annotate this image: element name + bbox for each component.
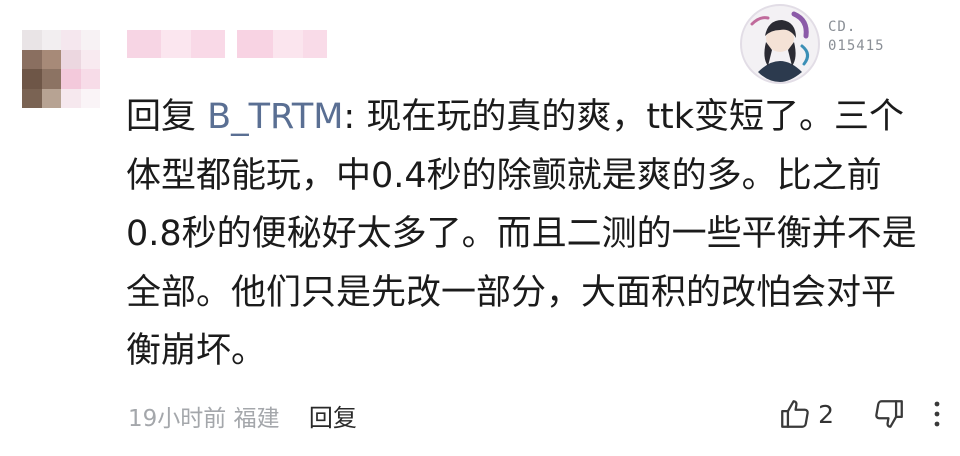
fan-badge-icon: [740, 4, 820, 84]
comment-actions: 2: [778, 394, 942, 434]
comment-text: 回复 B_TRTM: 现在玩的真的爽，ttk变短了。三个 体型都能玩，中0.4秒…: [126, 88, 946, 381]
username[interactable]: [127, 30, 327, 58]
badge-code-line2: 015415: [828, 38, 885, 54]
more-options-button[interactable]: [932, 399, 942, 429]
reply-button[interactable]: 回复: [309, 404, 357, 432]
badge-code: CD. 015415: [828, 18, 908, 56]
thumbs-up-icon: [781, 400, 809, 428]
badge-code-line1: CD.: [828, 19, 857, 35]
reply-label: 回复: [126, 97, 197, 137]
comment-line-3: 0.8秒的便秘好太多了。而且二测的一些平衡并不是: [126, 214, 917, 254]
comment-line-2: 体型都能玩，中0.4秒的除颤就是爽的多。比之前: [126, 155, 882, 196]
like-button[interactable]: [778, 397, 812, 431]
more-vertical-icon: [934, 401, 940, 427]
thumbs-down-icon: [875, 400, 903, 428]
avatar[interactable]: [22, 30, 100, 108]
comment-line-1: : 现在玩的真的爽，ttk变短了。三个: [343, 97, 905, 137]
comment-line-4: 全部。他们只是先改一部分，大面积的改怕会对平: [126, 272, 897, 313]
like-count: 2: [818, 399, 834, 429]
comment-meta: 19小时前 福建 回复: [128, 398, 357, 433]
comment-time: 19小时前: [128, 406, 227, 432]
comment-line-5: 衡崩坏。: [126, 331, 267, 371]
dislike-button[interactable]: [872, 397, 906, 431]
comment-location: 福建: [233, 406, 280, 432]
comment-line: 回复 B_TRTM: 现在玩的真的爽，ttk变短了。三个: [126, 88, 946, 147]
comment-card: CD. 015415 回复 B_TRTM: 现在玩的真的爽，ttk变短了。三个 …: [0, 0, 960, 456]
reply-target-username[interactable]: B_TRTM: [207, 97, 343, 137]
